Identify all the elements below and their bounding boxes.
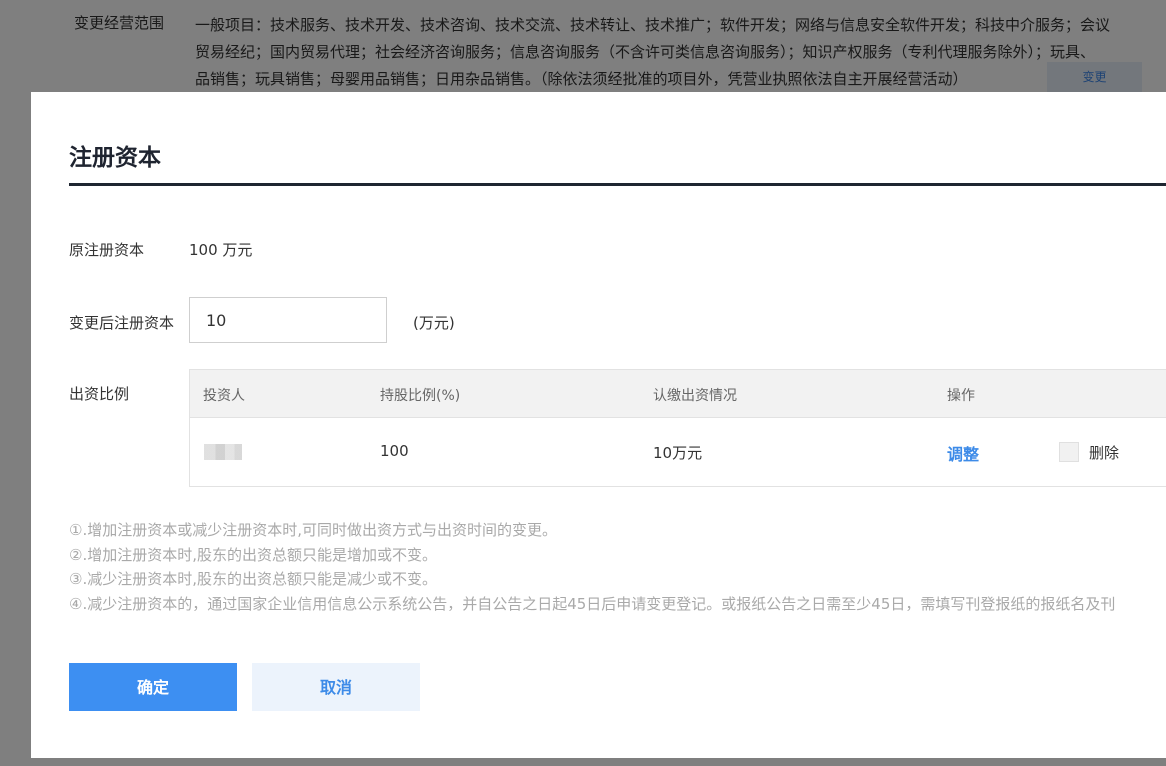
original-capital-value: 100 万元 xyxy=(189,241,253,259)
note-item: ③.减少注册资本时,股东的出资总额只能是减少或不变。 xyxy=(69,570,437,588)
new-capital-input[interactable] xyxy=(189,297,387,343)
title-divider xyxy=(69,183,1166,186)
table-header: 投资人 持股比例(%) 认缴出资情况 操作 xyxy=(190,370,1166,418)
header-investor: 投资人 xyxy=(203,388,245,404)
note-item: ④.减少注册资本的，通过国家企业信用信息公示系统公告，并自公告之日起45日后申请… xyxy=(69,594,1116,613)
new-capital-label: 变更后注册资本 xyxy=(69,314,175,332)
header-share-ratio: 持股比例(%) xyxy=(380,388,461,404)
registered-capital-modal: 注册资本 原注册资本 100 万元 变更后注册资本 (万元) 出资比例 投资人 … xyxy=(31,92,1166,758)
delete-checkbox[interactable] xyxy=(1059,442,1079,462)
note-item: ①.增加注册资本或减少注册资本时,可同时做出资方式与出资时间的变更。 xyxy=(69,521,557,539)
modal-title: 注册资本 xyxy=(69,145,161,171)
contribution-table: 投资人 持股比例(%) 认缴出资情况 操作 100 10万元 调整 删除 xyxy=(189,369,1166,487)
delete-label[interactable]: 删除 xyxy=(1089,442,1119,463)
header-action: 操作 xyxy=(947,388,975,404)
investor-name-redacted xyxy=(204,444,242,460)
cancel-button[interactable]: 取消 xyxy=(252,663,420,711)
capital-unit: (万元) xyxy=(413,314,455,332)
share-ratio-cell: 100 xyxy=(380,442,409,460)
notes-list: ①.增加注册资本或减少注册资本时,可同时做出资方式与出资时间的变更。 ②.增加注… xyxy=(69,518,1115,616)
adjust-link[interactable]: 调整 xyxy=(947,441,979,465)
subscribed-cell: 10万元 xyxy=(653,444,703,462)
contribution-ratio-label: 出资比例 xyxy=(69,385,130,403)
header-subscribed: 认缴出资情况 xyxy=(653,388,737,404)
note-item: ②.增加注册资本时,股东的出资总额只能是增加或不变。 xyxy=(69,545,437,564)
original-capital-label: 原注册资本 xyxy=(69,241,145,259)
confirm-button[interactable]: 确定 xyxy=(69,663,237,711)
